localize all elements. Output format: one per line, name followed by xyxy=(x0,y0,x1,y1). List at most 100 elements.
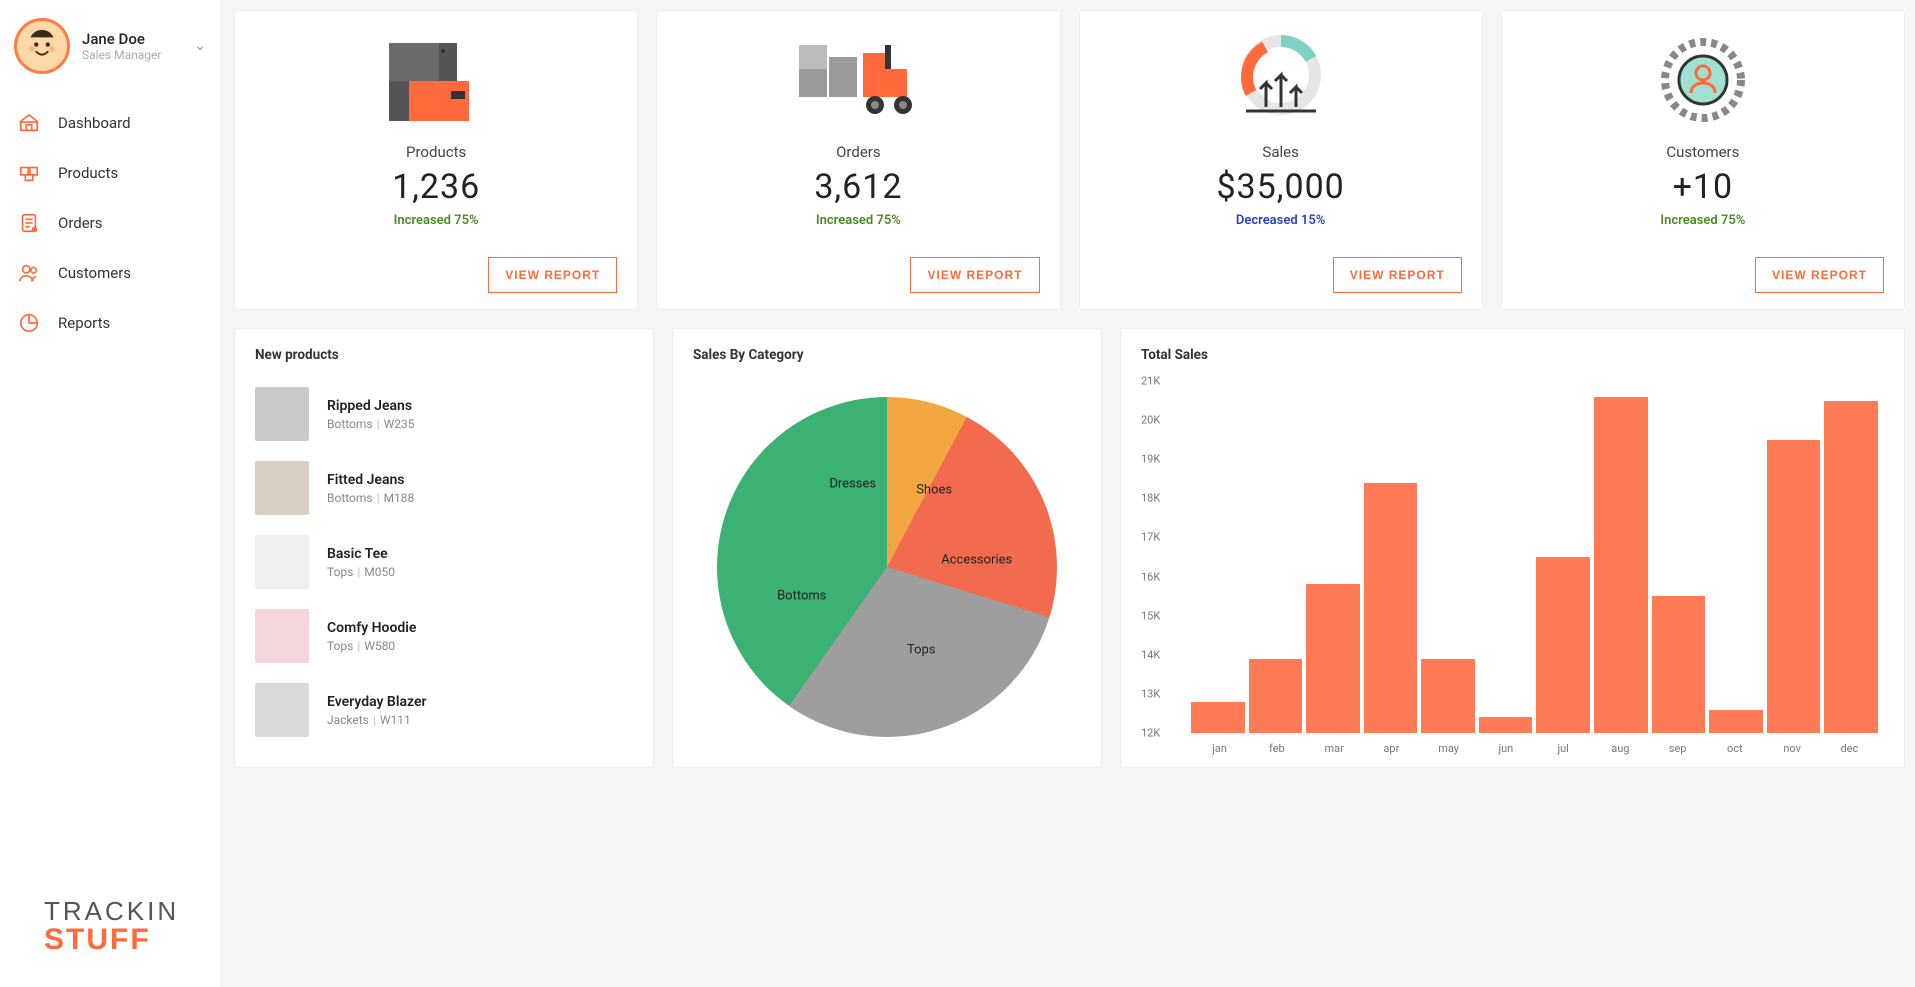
x-axis-tick: dec xyxy=(1821,742,1878,755)
y-axis-tick: 14K xyxy=(1141,648,1160,661)
product-name: Ripped Jeans xyxy=(327,398,414,414)
y-axis-tick: 13K xyxy=(1141,687,1160,700)
x-axis-tick: oct xyxy=(1706,742,1763,755)
product-thumb xyxy=(255,461,309,515)
sales-icon xyxy=(1226,35,1336,125)
panel-sales-by-category: Sales By Category ShoesAccessoriesTopsBo… xyxy=(672,328,1102,768)
x-axis-tick: mar xyxy=(1306,742,1363,755)
pie-slice-label: Accessories xyxy=(941,553,1012,568)
card-label: Sales xyxy=(1262,143,1298,161)
main-content: Products 1,236 Increased 75% VIEW REPORT… xyxy=(220,0,1915,987)
clipboard-icon xyxy=(18,212,40,234)
panel-title: New products xyxy=(255,347,633,363)
user-role: Sales Manager xyxy=(82,48,161,62)
list-item[interactable]: Fitted Jeans Bottoms|M188 xyxy=(255,451,621,525)
card-customers: Customers +10 Increased 75% VIEW REPORT xyxy=(1501,10,1905,310)
sidebar-item-products[interactable]: Products xyxy=(14,148,206,198)
product-meta: Jackets|W111 xyxy=(327,713,427,727)
user-menu[interactable]: Jane Doe Sales Manager ⌄ xyxy=(14,18,206,74)
sidebar-item-customers[interactable]: Customers xyxy=(14,248,206,298)
panel-new-products: New products Ripped Jeans Bottoms|W235 Fit… xyxy=(234,328,654,768)
bar xyxy=(1709,710,1763,733)
product-thumb xyxy=(255,387,309,441)
product-list[interactable]: Ripped Jeans Bottoms|W235 Fitted Jeans Bott… xyxy=(255,377,633,757)
card-label: Customers xyxy=(1666,143,1739,161)
sidebar-item-label: Reports xyxy=(58,314,110,332)
x-axis-tick: apr xyxy=(1363,742,1420,755)
product-name: Everyday Blazer xyxy=(327,694,427,710)
x-axis-tick: may xyxy=(1420,742,1477,755)
card-value: +10 xyxy=(1673,167,1734,207)
view-report-button[interactable]: VIEW REPORT xyxy=(488,257,617,293)
pie-icon xyxy=(18,312,40,334)
avatar xyxy=(14,18,70,74)
y-axis-tick: 21K xyxy=(1141,375,1160,388)
bar xyxy=(1191,702,1245,733)
bar xyxy=(1421,659,1475,733)
sidebar-item-orders[interactable]: Orders xyxy=(14,198,206,248)
card-value: $35,000 xyxy=(1216,167,1344,207)
product-thumb xyxy=(255,609,309,663)
y-axis-tick: 18K xyxy=(1141,492,1160,505)
list-item[interactable]: Ripped Jeans Bottoms|W235 xyxy=(255,377,621,451)
list-item[interactable]: Basic Tee Tops|M050 xyxy=(255,525,621,599)
product-meta: Tops|W580 xyxy=(327,639,416,653)
card-label: Orders xyxy=(836,143,881,161)
x-axis-tick: aug xyxy=(1592,742,1649,755)
card-value: 1,236 xyxy=(392,167,480,207)
x-axis-tick: sep xyxy=(1649,742,1706,755)
y-axis-tick: 17K xyxy=(1141,531,1160,544)
box-icon xyxy=(18,162,40,184)
card-products: Products 1,236 Increased 75% VIEW REPORT xyxy=(234,10,638,310)
product-thumb xyxy=(255,535,309,589)
y-axis-tick: 20K xyxy=(1141,414,1160,427)
pie-slice-label: Tops xyxy=(907,643,936,658)
sidebar-item-label: Customers xyxy=(58,264,131,282)
pie-slice-label: Dresses xyxy=(829,476,876,491)
x-axis-tick: nov xyxy=(1764,742,1821,755)
product-name: Fitted Jeans xyxy=(327,472,414,488)
bar xyxy=(1824,401,1878,733)
card-label: Products xyxy=(406,143,466,161)
list-item[interactable]: Comfy Hoodie Tops|W580 xyxy=(255,599,621,673)
panel-title: Total Sales xyxy=(1141,347,1884,363)
card-change: Increased 75% xyxy=(1660,213,1745,228)
view-report-button[interactable]: VIEW REPORT xyxy=(1755,257,1884,293)
card-change: Decreased 15% xyxy=(1236,213,1325,228)
y-axis-tick: 12K xyxy=(1141,727,1160,740)
x-axis-tick: jun xyxy=(1477,742,1534,755)
bar xyxy=(1536,557,1590,733)
x-axis-tick: jul xyxy=(1535,742,1592,755)
y-axis-tick: 15K xyxy=(1141,609,1160,622)
product-meta: Bottoms|W235 xyxy=(327,417,414,431)
bar xyxy=(1767,440,1821,733)
bar xyxy=(1479,717,1533,733)
chevron-down-icon: ⌄ xyxy=(194,38,206,54)
product-name: Basic Tee xyxy=(327,546,395,562)
y-axis-tick: 16K xyxy=(1141,570,1160,583)
list-item[interactable]: Everyday Blazer Jackets|W111 xyxy=(255,673,621,747)
user-name: Jane Doe xyxy=(82,30,161,48)
x-axis-tick: feb xyxy=(1248,742,1305,755)
product-thumb xyxy=(255,683,309,737)
products-icon xyxy=(381,35,491,125)
sidebar-item-dashboard[interactable]: Dashboard xyxy=(14,98,206,148)
kpi-cards: Products 1,236 Increased 75% VIEW REPORT… xyxy=(234,10,1905,310)
view-report-button[interactable]: VIEW REPORT xyxy=(910,257,1039,293)
product-meta: Tops|M050 xyxy=(327,565,395,579)
sidebar-item-reports[interactable]: Reports xyxy=(14,298,206,348)
bar-chart: janfebmaraprmayjunjulaugsepoctnovdec 12K… xyxy=(1141,377,1884,757)
list-item[interactable]: Beach HatAccessories|W322 xyxy=(255,747,621,757)
card-value: 3,612 xyxy=(814,167,902,207)
pie-slice-label: Shoes xyxy=(916,483,952,498)
card-sales: Sales $35,000 Decreased 15% VIEW REPORT xyxy=(1079,10,1483,310)
nav-list: Dashboard Products Orders Customers xyxy=(14,98,206,348)
sidebar-item-label: Dashboard xyxy=(58,114,131,132)
sidebar-item-label: Products xyxy=(58,164,118,182)
y-axis-tick: 19K xyxy=(1141,453,1160,466)
product-meta: Bottoms|M188 xyxy=(327,491,414,505)
bar xyxy=(1594,397,1648,733)
view-report-button[interactable]: VIEW REPORT xyxy=(1333,257,1462,293)
product-name: Comfy Hoodie xyxy=(327,620,416,636)
card-orders: Orders 3,612 Increased 75% VIEW REPORT xyxy=(656,10,1060,310)
